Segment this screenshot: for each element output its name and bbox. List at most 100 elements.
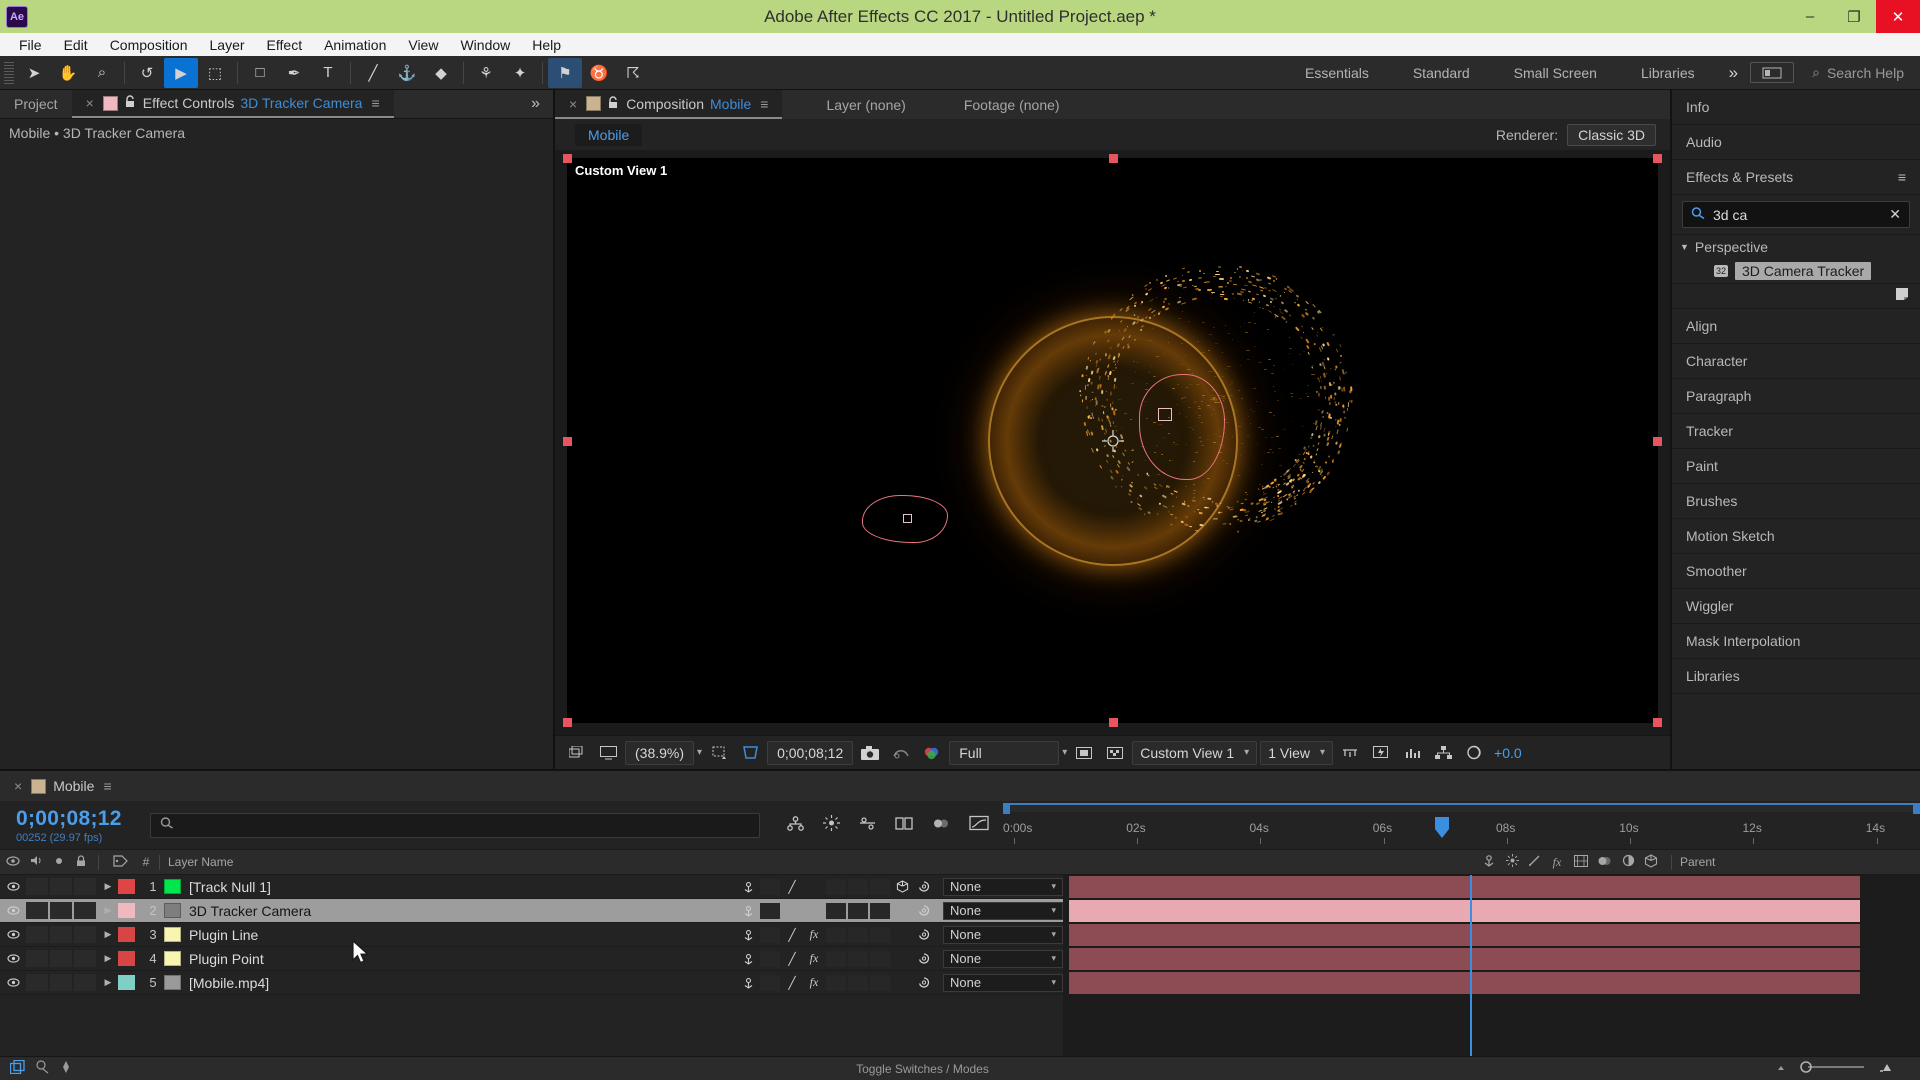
layer-switch-motionblur[interactable]	[848, 878, 868, 895]
mask-guide-icon[interactable]	[1070, 740, 1098, 766]
layer-switch-fx[interactable]: fx	[803, 974, 825, 991]
close-icon[interactable]: ×	[569, 96, 577, 112]
view-count-select[interactable]: 1 View ▾	[1260, 740, 1334, 765]
shape-tool[interactable]: □	[243, 58, 277, 88]
layer-label-color[interactable]	[118, 879, 135, 894]
layer-visibility-toggle[interactable]	[0, 882, 26, 891]
tab-layer[interactable]: Layer (none)	[812, 90, 919, 119]
timeline-search-input[interactable]	[150, 812, 760, 838]
region-of-interest-icon[interactable]	[705, 740, 733, 766]
table-row[interactable]: ▶ 2 3D Tracker Camera None ▾	[0, 899, 1063, 923]
minimize-button[interactable]: –	[1788, 0, 1832, 33]
playhead[interactable]	[1470, 875, 1473, 1056]
layer-name[interactable]: Plugin Line	[189, 927, 258, 943]
layer-duration-bar[interactable]	[1069, 924, 1860, 946]
lock-icon[interactable]	[608, 95, 619, 112]
clone-stamp-tool[interactable]: ⚓	[390, 58, 424, 88]
parent-pickwhip-icon[interactable]	[913, 950, 935, 967]
timecode-block[interactable]: 0;00;08;12 00252 (29.97 fps)	[0, 807, 150, 844]
layer-audio-toggle[interactable]	[26, 902, 48, 919]
hand-tool[interactable]: ✋	[51, 58, 85, 88]
layer-switch-adjustment[interactable]	[870, 878, 890, 895]
panel-menu-icon[interactable]: ≡	[103, 778, 111, 794]
clear-search-icon[interactable]: ✕	[1889, 206, 1901, 223]
composition-mini-flowchart-icon[interactable]	[786, 815, 805, 835]
layer-switch-fx[interactable]	[803, 902, 825, 919]
panel-menu-icon[interactable]: ≡	[371, 95, 379, 111]
comp-flowchart-icon[interactable]	[1429, 740, 1457, 766]
workspace-more-icon[interactable]: »	[1717, 63, 1750, 83]
layer-switch-motionblur[interactable]	[848, 950, 868, 967]
layer-switch-3d[interactable]	[891, 950, 913, 967]
always-preview-icon[interactable]	[563, 740, 591, 766]
layer-name[interactable]: 3D Tracker Camera	[189, 903, 311, 919]
resolution-dropdown-icon[interactable]: ▾	[1062, 747, 1067, 758]
selection-tool[interactable]: ➤	[17, 58, 51, 88]
layer-duration-bar[interactable]	[1069, 876, 1860, 898]
layer-solo-toggle[interactable]	[50, 926, 72, 943]
layer-name[interactable]: [Mobile.mp4]	[189, 975, 269, 991]
toolbar-grip[interactable]	[4, 61, 14, 84]
snapshot-icon[interactable]	[856, 740, 884, 766]
layer-visibility-toggle[interactable]	[0, 906, 26, 915]
close-button[interactable]: ✕	[1876, 0, 1920, 33]
menu-item-help[interactable]: Help	[521, 35, 572, 55]
left-panel-more-icon[interactable]: »	[531, 95, 553, 113]
frame-blending-icon[interactable]	[895, 816, 914, 835]
motion-blur-icon[interactable]	[932, 816, 951, 835]
maximize-button[interactable]: ❐	[1832, 0, 1876, 33]
toggle-switches-icon[interactable]	[9, 1059, 25, 1077]
layer-switch-shy[interactable]	[760, 974, 780, 991]
camera-target-icon[interactable]	[1101, 429, 1124, 452]
menu-item-layer[interactable]: Layer	[199, 35, 256, 55]
layer-disclosure-arrow[interactable]: ▶	[98, 953, 118, 964]
layer-audio-toggle[interactable]	[26, 926, 48, 943]
layer-label-color[interactable]	[118, 951, 135, 966]
layer-label-color[interactable]	[118, 903, 135, 918]
workspace-standard[interactable]: Standard	[1391, 56, 1492, 89]
menu-item-view[interactable]: View	[397, 35, 449, 55]
exposure-value[interactable]: +0.0	[1494, 745, 1522, 761]
timeline-tracks[interactable]	[1063, 875, 1920, 1056]
work-area-bar[interactable]	[1003, 803, 1920, 814]
work-area-end-handle[interactable]	[1913, 805, 1920, 814]
timeline-graph-icon[interactable]	[1398, 740, 1426, 766]
parent-pickwhip-icon[interactable]	[913, 878, 935, 895]
parent-pickwhip-icon[interactable]	[913, 902, 935, 919]
panel-character[interactable]: Character	[1672, 344, 1920, 379]
puppet-pin-tool[interactable]: ⚑	[548, 57, 582, 88]
layer-switch-adjustment[interactable]	[870, 926, 890, 943]
new-folder-icon[interactable]	[1895, 287, 1910, 305]
puppet-overlap-tool[interactable]: ☈	[616, 58, 650, 88]
layer-lock-toggle[interactable]	[74, 974, 96, 991]
workspace-essentials[interactable]: Essentials	[1283, 56, 1391, 89]
exposure-icon[interactable]	[1460, 740, 1488, 766]
search-help-field[interactable]: ⌕ Search Help	[1802, 60, 1914, 85]
layer-audio-toggle[interactable]	[26, 950, 48, 967]
layer-name[interactable]: [Track Null 1]	[189, 879, 271, 895]
panel-motion-sketch[interactable]: Motion Sketch	[1672, 519, 1920, 554]
parent-pickwhip-icon[interactable]	[913, 926, 935, 943]
layer-duration-bar[interactable]	[1069, 948, 1860, 970]
transfer-controls-icon[interactable]	[36, 1060, 50, 1077]
effect-3d-camera-tracker[interactable]: 32 3D Camera Tracker	[1672, 259, 1920, 283]
menu-item-animation[interactable]: Animation	[313, 35, 397, 55]
parent-select[interactable]: None ▾	[943, 949, 1063, 968]
menu-item-edit[interactable]: Edit	[53, 35, 99, 55]
toggle-switches-modes-label[interactable]: Toggle Switches / Modes	[856, 1062, 989, 1076]
layer-solo-toggle[interactable]	[50, 878, 72, 895]
layer-switch-quality[interactable]	[781, 902, 803, 919]
eraser-tool[interactable]: ◆	[424, 58, 458, 88]
layer-disclosure-arrow[interactable]: ▶	[98, 881, 118, 892]
layer-name[interactable]: Plugin Point	[189, 951, 264, 967]
layer-switch-3d[interactable]	[891, 878, 913, 895]
layer-disclosure-arrow[interactable]: ▶	[98, 977, 118, 988]
parent-select[interactable]: None ▾	[943, 973, 1063, 992]
close-icon[interactable]: ×	[14, 778, 22, 794]
tab-project[interactable]: Project	[0, 90, 72, 118]
layer-switch-adjustment[interactable]	[870, 950, 890, 967]
panel-info[interactable]: Info	[1672, 90, 1920, 125]
layer-switch-fx[interactable]: fx	[803, 926, 825, 943]
panel-libraries[interactable]: Libraries	[1672, 659, 1920, 694]
layer-disclosure-arrow[interactable]: ▶	[98, 905, 118, 916]
